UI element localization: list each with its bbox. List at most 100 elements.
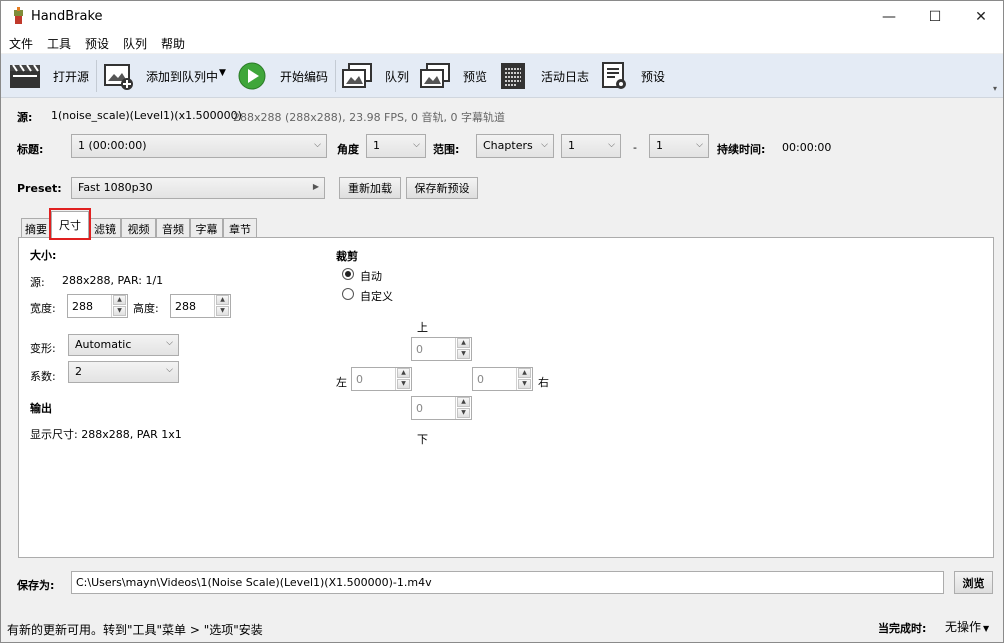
angle-label: 角度 (337, 143, 359, 156)
tab-video[interactable]: 视频 (121, 218, 156, 238)
add-image-icon (104, 64, 133, 90)
crop-right-down-button[interactable]: ▼ (518, 379, 531, 389)
range-end-value: 1 (656, 139, 663, 152)
height-up-button[interactable]: ▲ (216, 295, 229, 305)
range-label: 范围: (433, 143, 460, 156)
crop-bottom-label: 下 (417, 433, 428, 446)
crop-top-down-button[interactable]: ▼ (457, 349, 470, 359)
width-up-button[interactable]: ▲ (113, 295, 126, 305)
chevron-down-icon: ⌵ (314, 140, 321, 150)
crop-left-stepper[interactable]: 0 ▲ ▼ (351, 367, 412, 391)
chevron-down-icon[interactable]: ▼ (219, 68, 226, 78)
tab-filters[interactable]: 滤镜 (89, 218, 121, 238)
crop-custom-radio[interactable] (342, 288, 354, 300)
menu-queue[interactable]: 队列 (123, 35, 147, 52)
size-heading: 大小: (30, 249, 57, 262)
activity-log-label: 活动日志 (541, 70, 590, 84)
chevron-down-icon: ⌵ (541, 140, 548, 150)
height-label: 高度: (133, 302, 159, 315)
maximize-button[interactable]: ☐ (912, 1, 958, 32)
crop-bottom-stepper[interactable]: 0 ▲ ▼ (411, 396, 472, 420)
crop-auto-radio[interactable] (342, 268, 354, 280)
crop-bottom-down-button[interactable]: ▼ (457, 408, 470, 418)
toolbar-overflow-icon[interactable]: ▾ (993, 84, 997, 93)
chevron-down-icon: ⌵ (166, 365, 173, 375)
queue-button[interactable]: 队列 (339, 56, 415, 96)
play-icon (238, 62, 266, 90)
crop-custom-label: 自定义 (360, 290, 393, 303)
size-source-label: 源: (30, 276, 45, 289)
activity-log-button[interactable]: 活动日志 (497, 56, 593, 96)
menu-help[interactable]: 帮助 (161, 35, 185, 52)
tab-summary[interactable]: 摘要 (21, 218, 51, 238)
range-type-select[interactable]: Chapters ⌵ (476, 134, 554, 158)
height-value: 288 (175, 300, 196, 313)
reload-preset-button[interactable]: 重新加载 (339, 177, 401, 199)
crop-left-value: 0 (356, 373, 363, 386)
anamorphic-select[interactable]: Automatic ⌵ (68, 334, 179, 356)
range-end-select[interactable]: 1 ⌵ (649, 134, 709, 158)
crop-top-up-button[interactable]: ▲ (457, 338, 470, 348)
crop-left-down-button[interactable]: ▼ (397, 379, 410, 389)
modulus-select[interactable]: 2 ⌵ (68, 361, 179, 383)
crop-right-up-button[interactable]: ▲ (518, 368, 531, 378)
save-path-input[interactable]: C:\Users\mayn\Videos\1(Noise Scale)(Leve… (71, 571, 944, 594)
height-down-button[interactable]: ▼ (216, 306, 229, 316)
save-new-preset-button[interactable]: 保存新预设 (406, 177, 478, 199)
range-start-value: 1 (568, 139, 575, 152)
modulus-label: 系数: (30, 370, 56, 383)
width-value: 288 (72, 300, 93, 313)
source-info: 288x288 (288x288), 23.98 FPS, 0 音轨, 0 字幕… (233, 111, 505, 124)
presets-button[interactable]: 预设 (599, 56, 669, 96)
crop-top-value: 0 (416, 343, 423, 356)
highlight-box (49, 208, 91, 240)
menu-tools[interactable]: 工具 (47, 35, 71, 52)
crop-left-up-button[interactable]: ▲ (397, 368, 410, 378)
menu-file[interactable]: 文件 (9, 35, 33, 52)
browse-button[interactable]: 浏览 (954, 571, 993, 594)
open-source-button[interactable]: 打开源 (5, 56, 93, 96)
chevron-down-icon: ⌵ (608, 140, 615, 150)
tab-chapters-label: 章节 (229, 222, 251, 236)
tab-subtitles[interactable]: 字幕 (190, 218, 223, 238)
preview-button[interactable]: 预览 (417, 56, 493, 96)
dimensions-panel (18, 237, 994, 558)
save-as-label: 保存为: (17, 579, 55, 592)
when-done-dropdown[interactable]: 无操作 ▼ (945, 618, 997, 636)
crop-top-stepper[interactable]: 0 ▲ ▼ (411, 337, 472, 361)
preset-select[interactable]: Fast 1080p30 ▶ (71, 177, 325, 199)
add-to-queue-button[interactable]: 添加到队列中 ▼ (101, 56, 231, 96)
close-button[interactable]: ✕ (958, 1, 1004, 32)
range-type-value: Chapters (483, 139, 533, 152)
height-stepper[interactable]: 288 ▲ ▼ (170, 294, 231, 318)
chevron-down-icon: ▼ (983, 624, 990, 633)
width-down-button[interactable]: ▼ (113, 306, 126, 316)
width-stepper[interactable]: 288 ▲ ▼ (67, 294, 128, 318)
minimize-icon: — (882, 8, 896, 25)
close-icon: ✕ (975, 8, 987, 25)
width-label: 宽度: (30, 302, 56, 315)
range-start-select[interactable]: 1 ⌵ (561, 134, 621, 158)
source-name: 1(noise_scale)(Level1)(x1.500000) (51, 109, 242, 122)
crop-top-label: 上 (417, 321, 428, 334)
tab-chapters[interactable]: 章节 (223, 218, 257, 238)
angle-select[interactable]: 1 ⌵ (366, 134, 426, 158)
update-message[interactable]: 有新的更新可用。转到"工具"菜单 > "选项"安装 (7, 621, 263, 638)
title-bar: HandBrake — ☐ ✕ (1, 1, 1003, 32)
crop-bottom-value: 0 (416, 402, 423, 415)
tab-filters-label: 滤镜 (94, 222, 116, 236)
start-encode-button[interactable]: 开始编码 (235, 56, 331, 96)
title-select[interactable]: 1 (00:00:00) ⌵ (71, 134, 327, 158)
crop-bottom-up-button[interactable]: ▲ (457, 397, 470, 407)
presets-icon (602, 62, 626, 89)
menu-presets[interactable]: 预设 (85, 35, 109, 52)
chevron-down-icon: ⌵ (696, 140, 703, 150)
browse-label: 浏览 (962, 576, 985, 590)
crop-right-stepper[interactable]: 0 ▲ ▼ (472, 367, 533, 391)
minimize-button[interactable]: — (866, 1, 912, 32)
duration-label: 持续时间: (717, 143, 766, 156)
tab-audio[interactable]: 音频 (156, 218, 190, 238)
activity-log-icon (501, 63, 525, 89)
save-new-preset-label: 保存新预设 (414, 182, 470, 195)
crop-heading: 裁剪 (336, 250, 358, 263)
